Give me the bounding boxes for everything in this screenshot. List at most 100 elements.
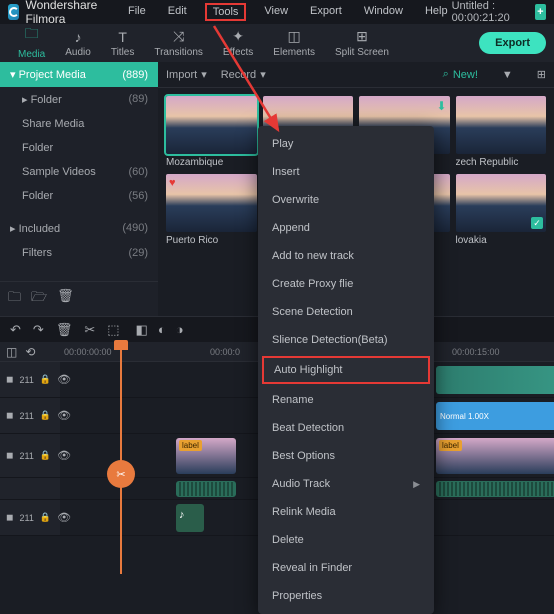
media-thumb[interactable]: zech Republic bbox=[456, 96, 547, 168]
media-thumb[interactable]: Mozambique bbox=[166, 96, 257, 168]
lock-icon[interactable]: 🔒 bbox=[40, 374, 51, 385]
timeline-clip[interactable]: label bbox=[176, 438, 236, 474]
transition-icon: ⤨ bbox=[173, 28, 184, 45]
sparkle-icon: ✦ bbox=[232, 28, 244, 45]
eye-icon[interactable]: 👁 bbox=[57, 449, 71, 462]
eye-icon[interactable]: 👁 bbox=[57, 409, 71, 422]
sidebar-included[interactable]: ▸ Included(490) bbox=[0, 216, 158, 241]
track-toggle[interactable]: ◼ bbox=[6, 450, 13, 461]
menu-window[interactable]: Window bbox=[360, 3, 407, 21]
menu-view[interactable]: View bbox=[260, 3, 292, 21]
sidebar-item[interactable]: Sample Videos(60) bbox=[0, 160, 158, 184]
undo-icon[interactable]: ↶ bbox=[10, 322, 21, 338]
menu-edit[interactable]: Edit bbox=[164, 3, 191, 21]
add-folder-icon[interactable]: 🗀 bbox=[8, 288, 21, 310]
media-thumb[interactable]: ♥Puerto Rico bbox=[166, 174, 257, 246]
tab-transitions[interactable]: ⤨Transitions bbox=[144, 26, 213, 60]
tool-icon[interactable]: ◧ bbox=[136, 322, 148, 338]
ctx-auto-highlight[interactable]: Auto Highlight bbox=[262, 356, 430, 384]
ctx-delete[interactable]: Delete bbox=[258, 526, 434, 554]
export-button[interactable]: Export bbox=[479, 32, 546, 54]
sidebar-item[interactable]: ▸ Folder(89) bbox=[0, 87, 158, 112]
folder-icon: 🗀 bbox=[25, 23, 39, 47]
music-icon: ♪ bbox=[75, 29, 82, 45]
import-dropdown[interactable]: Import ▾ bbox=[166, 68, 207, 81]
audio-clip[interactable] bbox=[436, 481, 554, 497]
chevron-right-icon: ▶ bbox=[413, 479, 420, 490]
eye-icon[interactable]: 👁 bbox=[57, 511, 71, 524]
tab-effects[interactable]: ✦Effects bbox=[213, 26, 263, 60]
tab-elements[interactable]: ◫Elements bbox=[263, 26, 325, 60]
shapes-icon: ◫ bbox=[288, 28, 301, 45]
menu-tools[interactable]: Tools bbox=[205, 3, 247, 21]
ctx-props[interactable]: Properties bbox=[258, 582, 434, 610]
timeline-clip[interactable]: label bbox=[436, 438, 554, 474]
sidebar-header[interactable]: ▾ Project Media (889) bbox=[0, 62, 158, 87]
menu-file[interactable]: File bbox=[124, 3, 150, 21]
app-logo bbox=[8, 4, 19, 20]
lock-icon[interactable]: 🔒 bbox=[40, 410, 51, 421]
media-thumb[interactable]: ✓lovakia bbox=[456, 174, 547, 246]
menu-help[interactable]: Help bbox=[421, 3, 452, 21]
ctx-overwrite[interactable]: Overwrite bbox=[258, 186, 434, 214]
ctx-bestopt[interactable]: Best Options bbox=[258, 442, 434, 470]
ctx-scene[interactable]: Scene Detection bbox=[258, 298, 434, 326]
link-icon[interactable]: ⟲ bbox=[25, 345, 35, 359]
cut-icon[interactable]: ✂ bbox=[84, 322, 95, 338]
sound-clip[interactable] bbox=[176, 504, 204, 532]
ctx-insert[interactable]: Insert bbox=[258, 158, 434, 186]
sidebar-item[interactable]: Folder(56) bbox=[0, 184, 158, 208]
ctx-relink[interactable]: Relink Media bbox=[258, 498, 434, 526]
crop-icon[interactable]: ⬚ bbox=[107, 322, 119, 338]
trash-icon[interactable]: 🗑 bbox=[57, 288, 74, 310]
timeline-clip[interactable]: Normal 1.00X bbox=[436, 402, 554, 430]
grid-icon: ⊞ bbox=[356, 28, 368, 45]
ctx-silence[interactable]: Slience Detection(Beta) bbox=[258, 326, 434, 354]
context-menu: Play Insert Overwrite Append Add to new … bbox=[258, 126, 434, 614]
redo-icon[interactable]: ↷ bbox=[33, 322, 44, 338]
chevron-down-icon: ▾ bbox=[260, 68, 266, 81]
track-toggle[interactable]: ◼ bbox=[6, 512, 13, 523]
record-dropdown[interactable]: Record ▾ bbox=[221, 68, 266, 81]
ctx-play[interactable]: Play bbox=[258, 130, 434, 158]
new-project-button[interactable]: + bbox=[535, 4, 546, 20]
menu-export[interactable]: Export bbox=[306, 3, 346, 21]
tool-icon[interactable]: ◑ bbox=[176, 322, 184, 338]
ctx-rename[interactable]: Rename bbox=[258, 386, 434, 414]
chevron-down-icon: ▾ bbox=[201, 68, 207, 81]
tab-media[interactable]: 🗀Media bbox=[8, 21, 55, 66]
ctx-reveal[interactable]: Reveal in Finder bbox=[258, 554, 434, 582]
snap-icon[interactable]: ◫ bbox=[6, 345, 17, 359]
sidebar-filters[interactable]: Filters(29) bbox=[0, 241, 158, 265]
tab-titles[interactable]: TTitles bbox=[101, 27, 145, 60]
timeline-clip[interactable] bbox=[436, 366, 554, 394]
ctx-newtrack[interactable]: Add to new track bbox=[258, 242, 434, 270]
lock-icon[interactable]: 🔒 bbox=[40, 512, 51, 523]
tab-split[interactable]: ⊞Split Screen bbox=[325, 26, 399, 60]
grid-view-icon[interactable]: ⊞ bbox=[537, 68, 546, 81]
sidebar-item[interactable]: Folder bbox=[0, 136, 158, 160]
track-toggle[interactable]: ◼ bbox=[6, 410, 13, 421]
check-icon: ✓ bbox=[531, 217, 543, 229]
sidebar-item[interactable]: Share Media bbox=[0, 112, 158, 136]
track-toggle[interactable]: ◼ bbox=[6, 374, 13, 385]
delete-icon[interactable]: 🗑 bbox=[56, 322, 73, 338]
tool-icon[interactable]: ◐ bbox=[158, 322, 166, 338]
doc-title: Untitled : 00:00:21:20 bbox=[452, 0, 527, 24]
tab-audio[interactable]: ♪Audio bbox=[55, 27, 101, 60]
ctx-proxy[interactable]: Create Proxy flie bbox=[258, 270, 434, 298]
search-icon: ⌕ bbox=[443, 68, 449, 81]
text-icon: T bbox=[118, 29, 127, 45]
split-marker[interactable]: ✂ bbox=[107, 460, 135, 488]
ctx-append[interactable]: Append bbox=[258, 214, 434, 242]
ctx-beat[interactable]: Beat Detection bbox=[258, 414, 434, 442]
filter-icon[interactable]: ▼ bbox=[502, 69, 513, 81]
search[interactable]: ⌕ New! bbox=[443, 68, 478, 81]
chevron-down-icon: ▾ bbox=[10, 69, 16, 81]
lock-icon[interactable]: 🔒 bbox=[40, 450, 51, 461]
eye-icon[interactable]: 👁 bbox=[57, 373, 71, 386]
audio-clip[interactable] bbox=[176, 481, 236, 497]
ctx-audiotrack[interactable]: Audio Track▶ bbox=[258, 470, 434, 498]
download-icon: ⬇ bbox=[436, 99, 446, 113]
new-folder-icon[interactable]: 🗁 bbox=[31, 288, 47, 310]
